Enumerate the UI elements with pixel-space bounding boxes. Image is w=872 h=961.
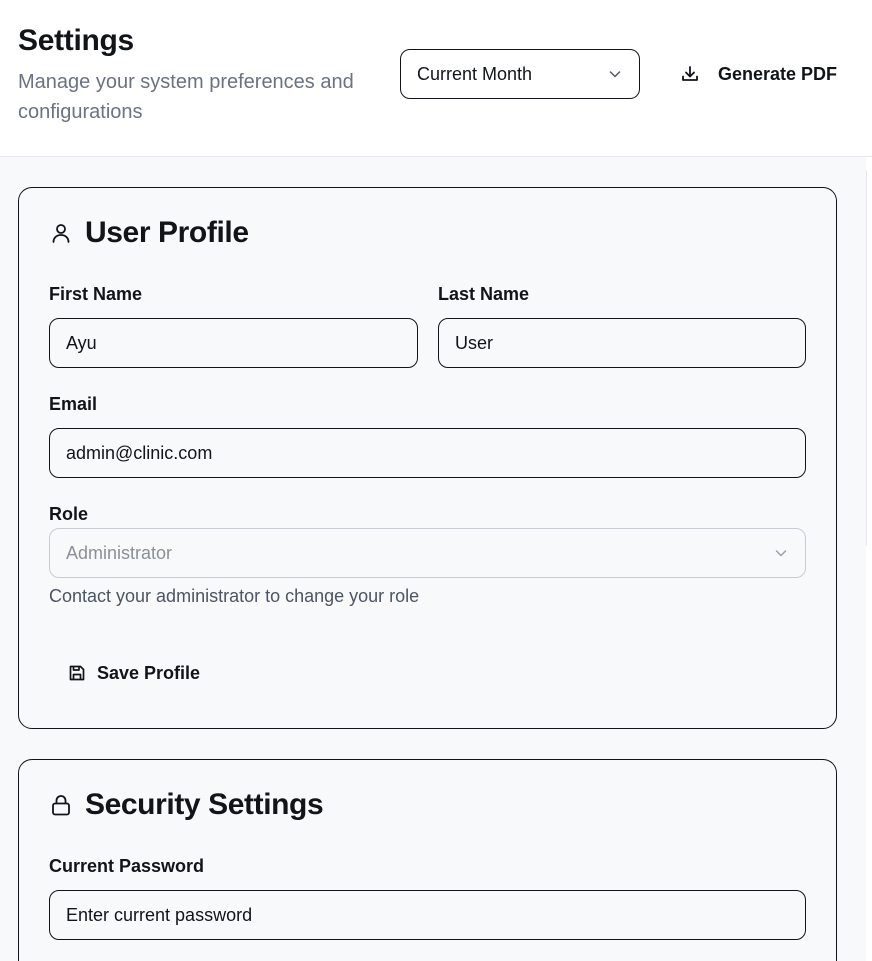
current-password-placeholder: Enter current password [66,904,253,925]
save-icon [67,663,87,683]
download-icon [680,64,700,84]
current-password-field[interactable]: Enter current password [49,890,806,940]
role-help-text: Contact your administrator to change you… [49,586,420,606]
page-subtitle: Manage your system preferences and confi… [18,71,354,123]
last-name-field[interactable]: User [438,318,806,368]
page-header: Settings Manage your system preferences … [0,0,872,157]
scrollbar[interactable] [866,157,872,961]
scrollbar-thumb[interactable] [866,171,872,546]
email-label: Email [49,394,98,414]
chevron-down-icon [607,66,623,82]
user-profile-title: User Profile [85,216,249,249]
first-name-value: Ayu [66,332,97,353]
settings-content: User Profile First Name Ayu Last Name Us… [0,157,872,961]
save-profile-label: Save Profile [97,662,201,683]
save-profile-button[interactable]: Save Profile [67,653,200,693]
generate-pdf-label: Generate PDF [718,63,838,84]
user-profile-card: User Profile First Name Ayu Last Name Us… [18,187,837,729]
email-value: admin@clinic.com [66,442,213,463]
role-label: Role [49,504,89,524]
user-profile-heading: User Profile [49,216,249,250]
period-select-value: Current Month [417,63,533,84]
first-name-field[interactable]: Ayu [49,318,418,368]
last-name-value: User [455,332,494,353]
first-name-label: First Name [49,284,143,304]
lock-icon [49,793,73,817]
period-select[interactable]: Current Month [400,49,640,99]
security-settings-card: Security Settings Current Password Enter… [18,759,837,961]
generate-pdf-button[interactable]: Generate PDF [670,49,850,99]
chevron-down-icon [773,545,789,561]
email-field[interactable]: admin@clinic.com [49,428,806,478]
user-icon [49,221,73,245]
security-settings-heading: Security Settings [49,788,324,822]
current-password-label: Current Password [49,856,205,876]
security-settings-title: Security Settings [85,788,324,821]
role-select: Administrator [49,528,806,578]
role-value: Administrator [66,542,173,563]
page-title: Settings [18,24,134,57]
last-name-label: Last Name [438,284,530,304]
